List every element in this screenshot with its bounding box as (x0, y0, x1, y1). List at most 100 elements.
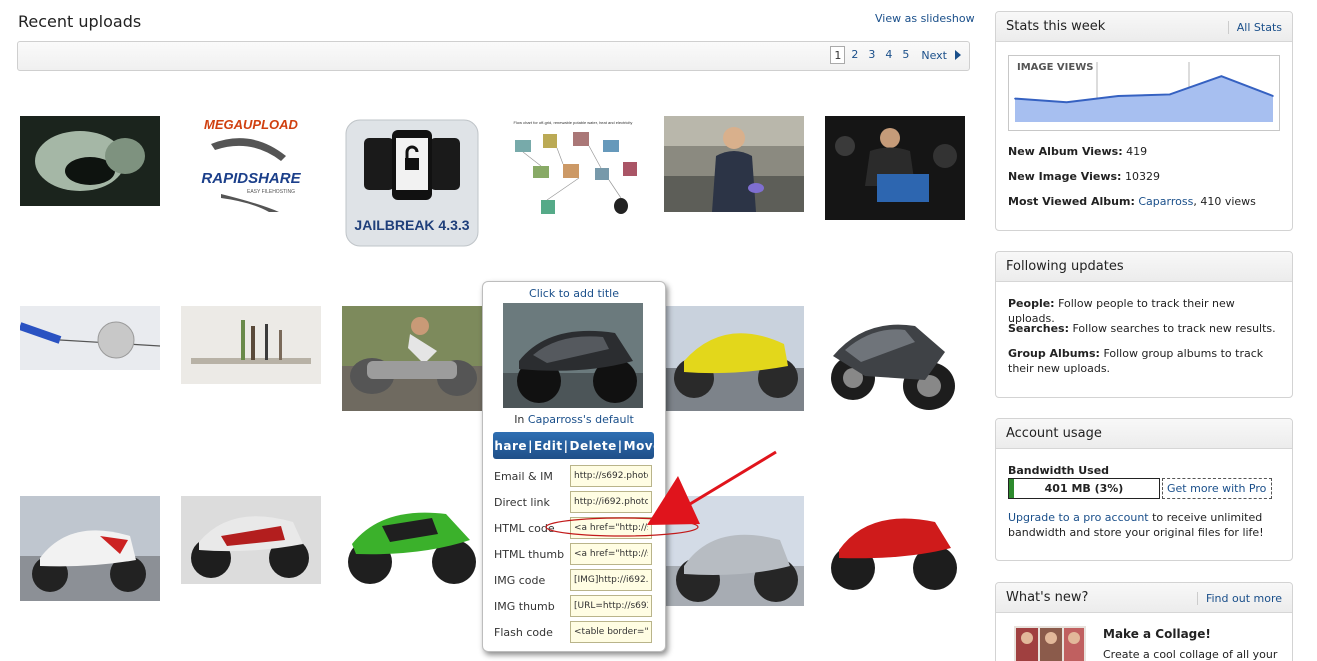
thumbnail-image (181, 306, 321, 384)
thumbnail-image (20, 306, 160, 370)
share-button[interactable]: Share (485, 439, 527, 453)
popup-image (503, 303, 643, 408)
page-title: Recent uploads (18, 12, 142, 31)
stats-panel: Stats this week All Stats IMAGE VIEWS Ne… (995, 11, 1293, 231)
thumbnail-1[interactable] (20, 116, 160, 206)
annotation-overlay (545, 450, 777, 537)
make-collage-link[interactable]: Make a Collage! (1103, 627, 1211, 641)
code-row-flash: Flash code (494, 620, 654, 644)
follow-searches: Searches: Follow searches to track new r… (1008, 321, 1284, 336)
upgrade-message: Upgrade to a pro account to receive unli… (1008, 510, 1284, 540)
chart-label: IMAGE VIEWS (1017, 62, 1094, 73)
thumbnail-2[interactable]: MEGAUPLOAD RAPIDSHARE EASY FILEHOSTING (181, 116, 321, 212)
page-5[interactable]: 5 (898, 46, 913, 64)
thumbnail-8[interactable] (181, 306, 321, 384)
chart-point-6 (1272, 95, 1274, 97)
chart-point-2 (1065, 101, 1068, 104)
thumbnail-image: MEGAUPLOAD RAPIDSHARE EASY FILEHOSTING (181, 116, 321, 212)
account-title: Account usage (1006, 426, 1102, 441)
img-thumb-code-field[interactable] (570, 595, 652, 617)
arrow-shaft (689, 450, 777, 506)
thumbnail-5[interactable] (664, 116, 804, 212)
whats-new-header: What's new? Find out more (996, 583, 1292, 613)
stat-value: 419 (1122, 145, 1148, 158)
add-title-link[interactable]: Click to add title (483, 287, 665, 300)
following-panel-header: Following updates (996, 252, 1292, 282)
upgrade-link[interactable]: Upgrade to a pro account (1008, 511, 1149, 524)
next-arrow-icon[interactable] (955, 50, 961, 60)
image-views-stat: New Image Views: 10329 (1008, 170, 1160, 183)
chart-point-1 (1014, 97, 1016, 100)
thumbnail-image (664, 306, 804, 411)
thumbnail-13[interactable] (181, 496, 321, 584)
stat-label: New Album Views: (1008, 145, 1123, 158)
thumbnail-image (825, 496, 965, 600)
code-label: IMG code (494, 573, 546, 587)
in-prefix: In (514, 413, 528, 426)
view-slideshow-link[interactable]: View as slideshow (875, 12, 975, 25)
follow-label: People: (1008, 297, 1055, 310)
popup-image-preview[interactable] (503, 303, 643, 408)
stats-title: Stats this week (1006, 19, 1106, 34)
thumbnail-4[interactable]: Flow chart for off-grid, renewable potab… (503, 116, 643, 222)
album-info: In Caparross's default (483, 413, 665, 426)
account-panel-header: Account usage (996, 419, 1292, 449)
thumbnail-image (825, 116, 965, 220)
jailbreak-text: JAILBREAK 4.3.3 (354, 217, 469, 233)
thumbnail-9[interactable] (342, 306, 482, 411)
stat-label: New Image Views: (1008, 170, 1122, 183)
get-more-pro-link[interactable]: Get more with Pro (1162, 478, 1272, 499)
find-out-more-link[interactable]: Find out more (1196, 592, 1282, 605)
thumbnail-11[interactable] (825, 306, 965, 414)
page-3[interactable]: 3 (864, 46, 879, 64)
collage-thumbnail[interactable] (1014, 626, 1086, 661)
thumbnail-10[interactable] (664, 306, 804, 411)
rapidshare-text: RAPIDSHARE (201, 170, 301, 187)
collage-image (1014, 626, 1086, 661)
thumbnail-image (20, 116, 160, 206)
next-page-link[interactable]: Next (921, 49, 947, 62)
code-row-img: IMG code (494, 568, 654, 592)
most-viewed-album-link[interactable]: Caparross (1138, 195, 1193, 208)
bandwidth-value: 401 MB (3%) (1044, 482, 1124, 495)
pagination: 1 2 3 4 5 Next (830, 46, 961, 64)
whats-new-panel: What's new? Find out more Make a Collage… (995, 582, 1293, 661)
image-views-chart[interactable]: IMAGE VIEWS (1008, 55, 1280, 131)
follow-label: Group Albums: (1008, 347, 1100, 360)
thumbnail-image: JAILBREAK 4.3.3 (342, 116, 482, 250)
stat-value: 10329 (1121, 170, 1160, 183)
thumbnail-image (342, 306, 482, 411)
album-views-stat: New Album Views: 419 (1008, 145, 1147, 158)
thumbnail-16[interactable] (825, 496, 965, 600)
thumbnail-12[interactable] (20, 496, 160, 601)
all-stats-link[interactable]: All Stats (1227, 21, 1282, 34)
thumbnail-6[interactable] (825, 116, 965, 220)
chart-point-5 (1220, 75, 1223, 78)
img-code-field[interactable] (570, 569, 652, 591)
stats-panel-header: Stats this week All Stats (996, 12, 1292, 42)
album-link[interactable]: Caparross's default (528, 413, 634, 426)
pagination-bar: 1 2 3 4 5 Next (17, 41, 970, 71)
code-label: IMG thumb (494, 599, 555, 613)
megaupload-text: MEGAUPLOAD (204, 117, 299, 132)
thumbnail-image (825, 306, 965, 414)
whats-new-title: What's new? (1006, 590, 1089, 605)
thumbnail-14[interactable] (342, 496, 482, 592)
follow-text: Follow searches to track new results. (1069, 322, 1276, 335)
code-row-img-thumb: IMG thumb (494, 594, 654, 618)
follow-label: Searches: (1008, 322, 1069, 335)
flowchart-caption: Flow chart for off-grid, renewable potab… (514, 120, 633, 125)
thumbnail-image (664, 116, 804, 212)
bandwidth-label: Bandwidth Used (1008, 464, 1110, 477)
flash-code-field[interactable] (570, 621, 652, 643)
page-1[interactable]: 1 (830, 46, 846, 64)
thumbnail-image: Flow chart for off-grid, renewable potab… (503, 116, 643, 222)
thumbnail-7[interactable] (20, 306, 160, 370)
thumbnail-3[interactable]: JAILBREAK 4.3.3 (342, 116, 482, 250)
most-viewed-stat: Most Viewed Album: Caparross, 410 views (1008, 195, 1256, 208)
page-2[interactable]: 2 (847, 46, 862, 64)
collage-description: Create a cool collage of all your (1103, 648, 1278, 661)
page-4[interactable]: 4 (881, 46, 896, 64)
chart-area (1015, 76, 1273, 122)
thumbnail-image (342, 496, 482, 592)
